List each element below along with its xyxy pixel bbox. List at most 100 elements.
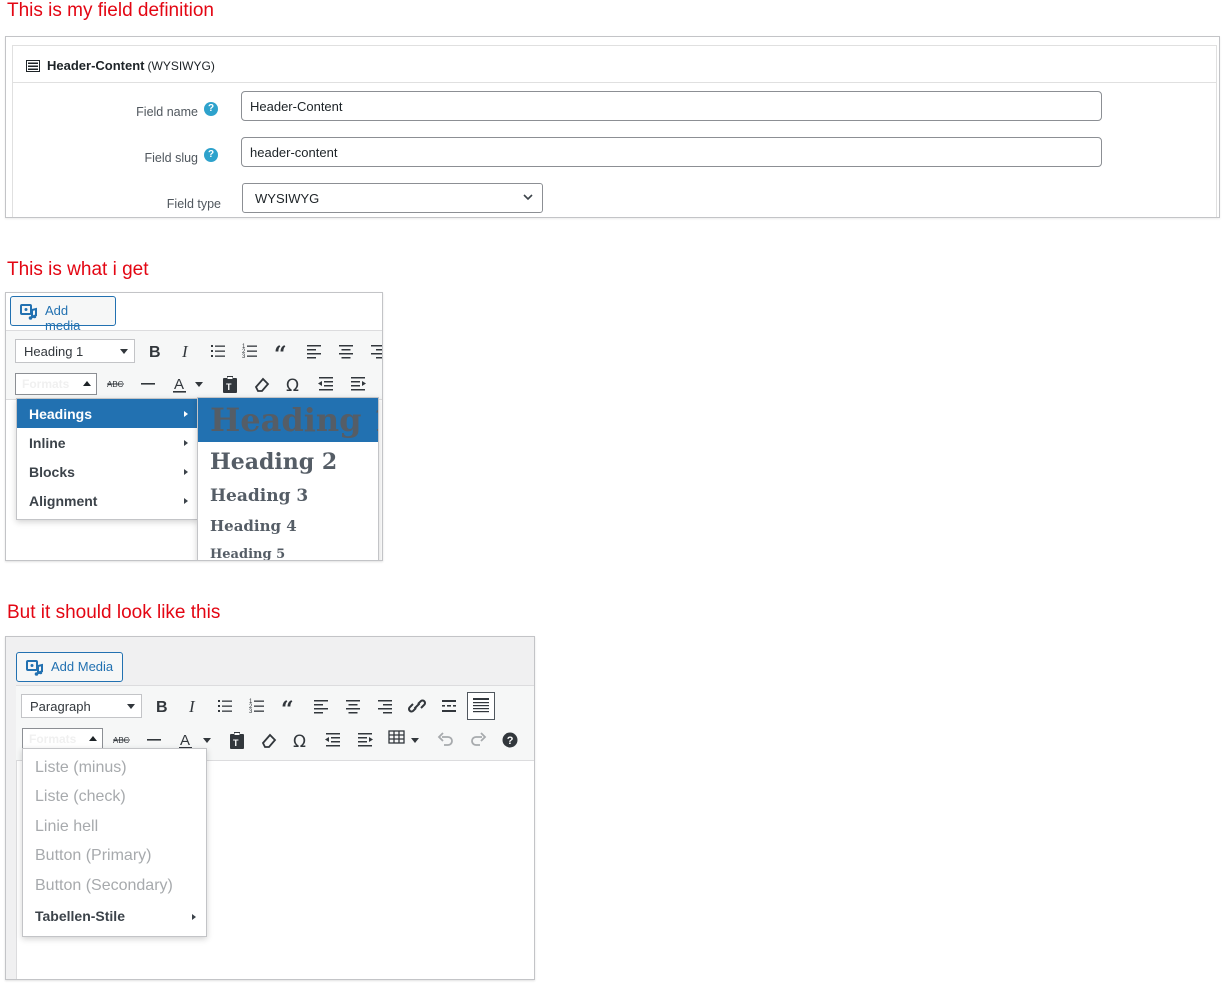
align-right-icon[interactable] — [366, 339, 382, 363]
align-center-icon[interactable] — [341, 694, 365, 718]
add-media-button[interactable]: Add Media — [16, 652, 123, 682]
caret-up-icon — [89, 736, 97, 741]
submenu-item-heading-2[interactable]: Heading 2 — [198, 444, 378, 480]
table-icon[interactable] — [385, 726, 409, 750]
caption-expected-result: But it should look like this — [7, 602, 221, 623]
block-format-value: Heading 1 — [24, 344, 84, 359]
svg-text:B: B — [149, 344, 161, 361]
bold-icon[interactable]: B — [149, 694, 173, 718]
special-character-icon[interactable]: Ω — [289, 728, 313, 752]
numbered-list-icon[interactable]: 123 — [238, 339, 262, 363]
menu-item-linie-hell[interactable]: Linie hell — [23, 812, 206, 842]
formats-dropdown[interactable]: Formats — [15, 373, 97, 395]
blockquote-icon[interactable]: “ — [270, 339, 294, 363]
field-slug-input[interactable]: header-content — [241, 137, 1102, 167]
menu-item-label: Alignment — [29, 493, 98, 509]
block-format-select[interactable]: Heading 1 — [15, 339, 135, 363]
paste-text-icon[interactable]: T — [225, 728, 249, 752]
menu-item-inline[interactable]: Inline — [17, 428, 197, 457]
outdent-icon[interactable] — [321, 728, 345, 752]
bullet-list-icon[interactable] — [213, 694, 237, 718]
bold-icon[interactable]: B — [142, 339, 166, 363]
caption-field-definition: This is my field definition — [7, 0, 214, 21]
field-name-help-icon[interactable]: ? — [204, 102, 218, 116]
undo-icon[interactable] — [434, 728, 458, 752]
text-color-caret-icon[interactable] — [192, 372, 206, 396]
submenu-item-heading-1[interactable]: Heading 1 — [198, 398, 378, 442]
special-character-icon[interactable]: Ω — [282, 372, 306, 396]
block-format-select[interactable]: Paragraph — [21, 694, 142, 718]
menu-item-liste-minus[interactable]: Liste (minus) — [23, 753, 206, 783]
chevron-down-icon — [522, 191, 534, 206]
menu-item-label: Headings — [29, 406, 93, 422]
add-media-button[interactable]: Add media — [10, 296, 116, 333]
field-type-label: Field type — [166, 197, 221, 211]
menu-item-liste-check[interactable]: Liste (check) — [23, 782, 206, 812]
svg-text:T: T — [233, 738, 239, 748]
svg-text:“: “ — [281, 697, 294, 718]
align-right-icon[interactable] — [373, 694, 397, 718]
clear-formatting-icon[interactable] — [257, 728, 281, 752]
clear-formatting-icon[interactable] — [250, 372, 274, 396]
align-center-icon[interactable] — [334, 339, 358, 363]
submenu-item-heading-5[interactable]: Heading 5 — [198, 543, 378, 560]
svg-text:I: I — [188, 697, 196, 716]
italic-icon[interactable]: I — [174, 339, 198, 363]
menu-item-button-secondary[interactable]: Button (Secondary) — [23, 871, 206, 901]
formats-dropdown[interactable]: Formats — [22, 728, 103, 750]
svg-text:T: T — [226, 382, 232, 392]
arrow-right-icon — [184, 440, 188, 446]
add-media-label: Add media — [45, 303, 81, 333]
bullet-list-icon[interactable] — [206, 339, 230, 363]
svg-text:B: B — [156, 699, 168, 716]
field-header[interactable]: Header-Content (WYSIWYG) — [13, 46, 1216, 83]
numbered-list-icon[interactable]: 123 — [245, 694, 269, 718]
link-icon[interactable] — [405, 694, 429, 718]
arrow-right-icon — [192, 914, 196, 920]
svg-text:I: I — [181, 342, 189, 361]
field-name-input[interactable]: Header-Content — [241, 91, 1102, 121]
formats-menu: Headings Inline Blocks Alignment — [16, 398, 198, 520]
menu-item-blocks[interactable]: Blocks — [17, 457, 197, 486]
formats-label: Formats — [29, 732, 77, 746]
indent-icon[interactable] — [353, 728, 377, 752]
editor-actual: Add media Heading 1 B I 123 “ Formats AB… — [5, 292, 383, 561]
menu-item-label: Tabellen-Stile — [35, 908, 125, 924]
align-left-icon[interactable] — [302, 339, 326, 363]
field-definition-panel: Header-Content (WYSIWYG) Field name ? Hea… — [5, 36, 1220, 218]
caret-down-icon — [120, 349, 128, 354]
horizontal-line-icon[interactable] — [136, 372, 160, 396]
submenu-item-heading-3[interactable]: Heading 3 — [198, 482, 378, 510]
caret-down-icon — [127, 704, 135, 709]
field-type-select[interactable]: WYSIWYG — [242, 183, 543, 213]
help-icon[interactable]: ? — [498, 728, 522, 752]
media-icon — [20, 304, 38, 323]
field-slug-help-icon[interactable]: ? — [204, 148, 218, 162]
toolbar-toggle-icon[interactable] — [467, 692, 495, 720]
italic-icon[interactable]: I — [181, 694, 205, 718]
arrow-right-icon — [184, 411, 188, 417]
blockquote-icon[interactable]: “ — [277, 694, 301, 718]
align-left-icon[interactable] — [309, 694, 333, 718]
menu-item-label: Blocks — [29, 464, 75, 480]
strikethrough-icon[interactable]: ABC — [104, 372, 128, 396]
menu-item-headings[interactable]: Headings — [17, 399, 197, 428]
table-caret-icon[interactable] — [408, 728, 422, 752]
indent-icon[interactable] — [346, 372, 370, 396]
menu-item-button-primary[interactable]: Button (Primary) — [23, 841, 206, 871]
arrow-right-icon — [184, 469, 188, 475]
editor-toolbar: Heading 1 B I 123 “ Formats ABC A T Ω — [6, 330, 382, 400]
redo-icon[interactable] — [466, 728, 490, 752]
text-color-icon[interactable]: A — [168, 372, 192, 396]
submenu-item-heading-4[interactable]: Heading 4 — [198, 513, 378, 539]
block-format-value: Paragraph — [30, 699, 91, 714]
menu-item-alignment[interactable]: Alignment — [17, 486, 197, 515]
paste-text-icon[interactable]: T — [218, 372, 242, 396]
list-icon — [26, 59, 40, 77]
read-more-icon[interactable] — [437, 694, 461, 718]
svg-text:3: 3 — [242, 354, 246, 360]
outdent-icon[interactable] — [314, 372, 338, 396]
menu-item-tabellen-stile[interactable]: Tabellen-Stile — [23, 902, 206, 932]
editor-expected: Add Media Paragraph B I 123 “ Formats A B… — [5, 636, 535, 980]
svg-text:A: A — [174, 376, 184, 393]
